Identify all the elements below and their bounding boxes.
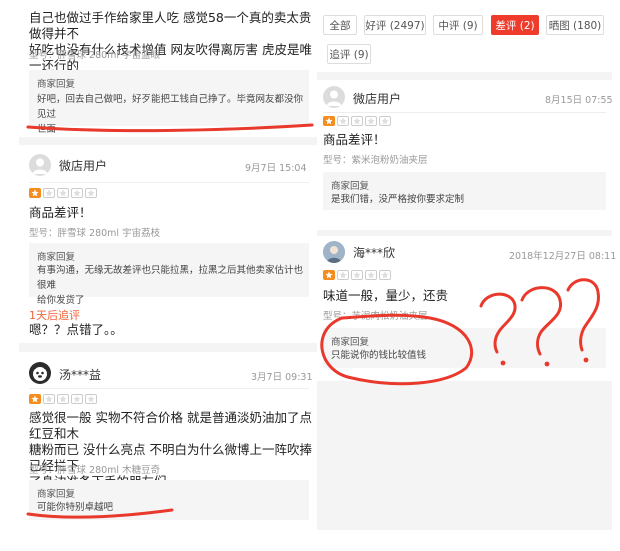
review-text: 商品差评！ — [29, 205, 313, 221]
star-rating — [323, 116, 391, 126]
star-icon — [365, 116, 377, 126]
merchant-reply: 商家回复 有事沟通，无缘无故差评也只能拉黑，拉黑之后其他卖家估计也很难 给你发货… — [29, 243, 309, 306]
review-text: 自己也做过手作给家里人吃 感觉58一个真的卖太贵 做得并不 好吃也没有什么技术增… — [29, 10, 313, 74]
product-spec: 型号：胖雪球 280ml 宇宙蓝眼 — [29, 50, 161, 61]
star-icon — [365, 270, 377, 280]
review-card: 微店用户 9月7日 15:04 商品差评！ 型号：胖雪球 280ml 宇宙荔枝 … — [19, 145, 317, 343]
star-icon — [29, 394, 41, 404]
review-text: 商品差评！ — [323, 132, 607, 148]
merchant-reply-title: 商家回复 — [37, 79, 76, 90]
star-icon — [57, 188, 69, 198]
merchant-reply-line: 给你发货了 — [37, 295, 85, 306]
divider — [323, 112, 606, 113]
product-spec: 型号：胖雪球 280ml 木糖豆奇 — [29, 465, 161, 476]
merchant-reply-title: 商家回复 — [331, 181, 370, 192]
star-icon — [351, 116, 363, 126]
review-card: 微店用户 8月15日 07:55 商品差评！ 型号：紫米泡粉奶油夹层 商家回复 … — [317, 80, 613, 230]
tab-positive[interactable]: 好评 (2497) — [364, 15, 426, 35]
merchant-reply: 商家回复 好吧，回去自己做吧，好歹能把工钱自己挣了。毕竟网友都没你见过 世面 — [29, 70, 309, 135]
star-icon — [43, 188, 55, 198]
star-icon — [85, 188, 97, 198]
merchant-reply-text: 是我们错，没严格按你要求定制 — [331, 192, 601, 207]
user-avatar-icon[interactable] — [29, 362, 51, 384]
reviewer-name[interactable]: 微店用户 — [353, 90, 401, 107]
divider — [29, 182, 309, 183]
merchant-reply-line: 只能说你的钱比较值钱 — [331, 350, 427, 361]
star-icon — [43, 394, 55, 404]
merchant-reply-line: 可能你特别卓越吧 — [37, 502, 114, 513]
merchant-reply-text: 有事沟通，无缘无故差评也只能拉黑，拉黑之后其他卖家估计也很难 给你发货了 — [37, 263, 305, 308]
merchant-reply-line: 世面 — [37, 124, 57, 135]
divider — [29, 388, 309, 389]
merchant-reply-line: 是我们错，没严格按你要求定制 — [331, 194, 465, 205]
merchant-reply-line: 有事沟通，无缘无故差评也只能拉黑，拉黑之后其他卖家估计也很难 — [37, 265, 304, 291]
tab-followup[interactable]: 追评 (9) — [327, 44, 371, 64]
merchant-reply-title: 商家回复 — [331, 337, 370, 348]
review-date: 2018年12月27日 08:11 — [509, 251, 617, 262]
star-icon — [323, 116, 335, 126]
user-avatar-icon[interactable] — [323, 86, 345, 108]
star-rating — [323, 270, 391, 280]
star-icon — [337, 270, 349, 280]
star-icon — [57, 394, 69, 404]
merchant-reply-title: 商家回复 — [37, 252, 76, 263]
followup-text: 嗯？？点错了。。 — [29, 322, 123, 337]
product-spec: 型号：胖雪球 280ml 宇宙荔枝 — [29, 228, 161, 239]
merchant-reply: 商家回复 是我们错，没严格按你要求定制 — [323, 172, 606, 210]
user-avatar-icon[interactable] — [323, 241, 345, 263]
merchant-reply-text: 好吧，回去自己做吧，好歹能把工钱自己挣了。毕竟网友都没你见过 世面 — [37, 92, 305, 137]
review-filter-bar: 全部 好评 (2497) 中评 (9) 差评 (2) 晒图 (180) 追评 (… — [317, 0, 612, 72]
review-text-line: 自己也做过手作给家里人吃 感觉58一个真的卖太贵 做得并不 — [29, 10, 312, 41]
reviewer-name[interactable]: 微店用户 — [59, 157, 107, 174]
reviewer-name[interactable]: 汤***益 — [59, 366, 101, 383]
user-avatar-icon[interactable] — [29, 154, 51, 176]
star-icon — [71, 188, 83, 198]
merchant-reply-title: 商家回复 — [37, 489, 76, 500]
star-icon — [379, 116, 391, 126]
review-text: 味道一般，量少，还贵 — [323, 288, 607, 304]
merchant-reply-text: 只能说你的钱比较值钱 — [331, 348, 601, 363]
reviewer-name[interactable]: 海***欣 — [353, 244, 395, 261]
review-text: 感觉很一般 实物不符合价格 就是普通淡奶油加了点红豆和木 糖粉而已 没什么亮点 … — [29, 410, 313, 490]
star-icon — [71, 394, 83, 404]
review-date: 8月15日 07:55 — [545, 95, 613, 106]
review-text-line: 感觉很一般 实物不符合价格 就是普通淡奶油加了点红豆和木 — [29, 410, 312, 441]
star-rating — [29, 394, 97, 404]
product-spec: 型号：紫米泡粉奶油夹层 — [323, 155, 428, 166]
review-date: 3月7日 09:31 — [251, 372, 313, 383]
tab-negative[interactable]: 差评 (2) — [491, 15, 539, 35]
merchant-reply: 商家回复 可能你特别卓越吧 — [29, 480, 309, 520]
star-icon — [323, 270, 335, 280]
merchant-reply: 商家回复 只能说你的钱比较值钱 — [323, 328, 606, 368]
review-text-line: 商品差评！ — [323, 132, 386, 147]
tab-photos[interactable]: 晒图 (180) — [546, 15, 604, 35]
star-icon — [337, 116, 349, 126]
star-icon — [29, 188, 41, 198]
review-date: 9月7日 15:04 — [245, 163, 307, 174]
merchant-reply-text: 可能你特别卓越吧 — [37, 500, 305, 515]
review-card: 自己也做过手作给家里人吃 感觉58一个真的卖太贵 做得并不 好吃也没有什么技术增… — [19, 0, 317, 137]
review-card: 海***欣 2018年12月27日 08:11 味道一般，量少，还贵 型号：芋泥… — [317, 236, 616, 381]
star-rating — [29, 188, 97, 198]
review-text-line: 味道一般，量少，还贵 — [323, 288, 449, 303]
star-icon — [351, 270, 363, 280]
review-card: 汤***益 3月7日 09:31 感觉很一般 实物不符合价格 就是普通淡奶油加了… — [19, 352, 317, 530]
tab-all[interactable]: 全部 — [323, 15, 357, 35]
star-icon — [379, 270, 391, 280]
star-icon — [85, 394, 97, 404]
review-text-line: 商品差评！ — [29, 205, 92, 220]
merchant-reply-line: 好吧，回去自己做吧，好歹能把工钱自己挣了。毕竟网友都没你见过 — [37, 94, 304, 120]
tab-neutral[interactable]: 中评 (9) — [433, 15, 483, 35]
followup-label: 1天后追评 — [29, 309, 80, 322]
product-spec: 型号：芋泥肉松奶油夹层 — [323, 311, 428, 322]
